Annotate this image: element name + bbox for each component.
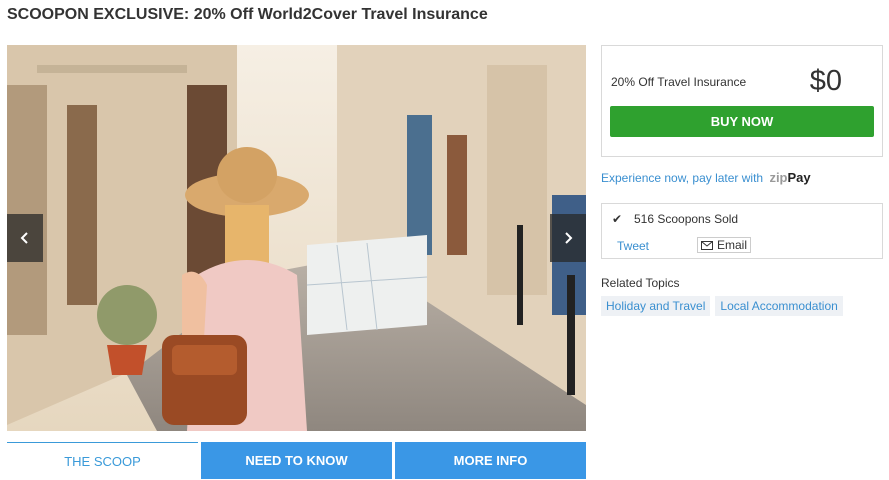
deal-label: 20% Off Travel Insurance <box>611 75 747 89</box>
tweet-link[interactable]: Tweet <box>617 239 649 253</box>
zippay-text: Experience now, pay later with <box>601 171 764 185</box>
email-button[interactable]: Email <box>697 237 752 253</box>
carousel-next-button[interactable] <box>550 214 586 262</box>
zippay-logo: zipPay <box>769 170 810 185</box>
zippay-banner[interactable]: Experience now, pay later with zipPay <box>601 170 811 185</box>
envelope-icon <box>701 240 713 250</box>
social-box: ✔ 516 Scoopons Sold Tweet Email <box>601 203 883 259</box>
tab-the-scoop[interactable]: THE SCOOP <box>7 442 198 479</box>
scoopons-sold: 516 Scoopons Sold <box>634 212 739 226</box>
topic-tag-local-accommodation[interactable]: Local Accommodation <box>715 296 843 316</box>
page-title: SCOOPON EXCLUSIVE: 20% Off World2Cover T… <box>7 6 488 23</box>
chevron-right-icon <box>565 232 573 244</box>
chevron-left-icon <box>20 232 28 244</box>
deal-box: 20% Off Travel Insurance $0 BUY NOW <box>601 45 883 157</box>
email-label: Email <box>717 238 748 252</box>
related-topics-title: Related Topics <box>601 276 680 290</box>
deal-price: $0 <box>809 65 842 97</box>
tab-more-info[interactable]: MORE INFO <box>395 442 586 479</box>
check-icon: ✔ <box>612 212 623 226</box>
buy-now-button[interactable]: BUY NOW <box>610 106 874 137</box>
related-topics: Holiday and Travel Local Accommodation <box>601 296 843 316</box>
hero-image <box>7 45 586 431</box>
street-photo <box>7 45 586 431</box>
tab-need-to-know[interactable]: NEED TO KNOW <box>201 442 392 479</box>
carousel-prev-button[interactable] <box>7 214 43 262</box>
zippay-logo-zip: zip <box>769 170 788 185</box>
deal-tabs: THE SCOOP NEED TO KNOW MORE INFO <box>7 442 586 479</box>
zippay-logo-pay: Pay <box>787 170 811 185</box>
topic-tag-holiday-and-travel[interactable]: Holiday and Travel <box>601 296 711 316</box>
